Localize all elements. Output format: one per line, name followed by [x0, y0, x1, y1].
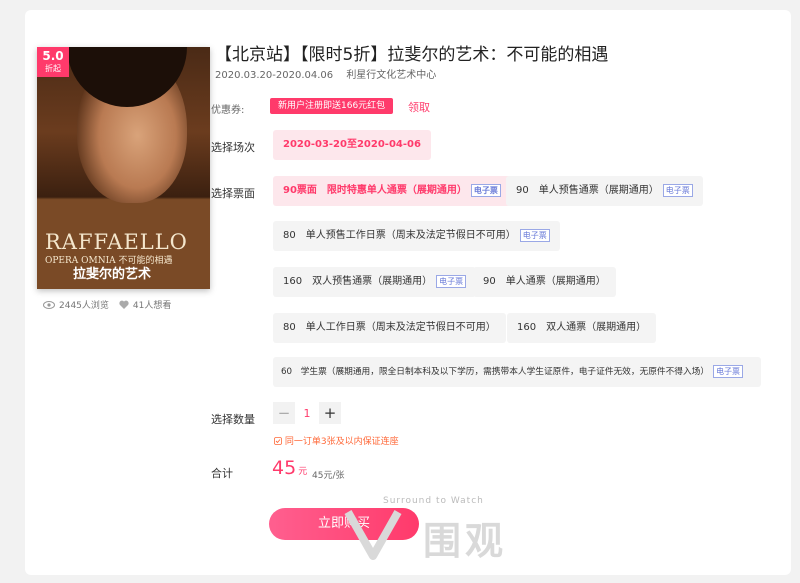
eye-icon: [43, 300, 55, 309]
ticket-option[interactable]: 160 双人通票（展期通用）: [507, 313, 657, 343]
decrease-button[interactable]: −: [273, 402, 295, 424]
watermark-logo-icon: [344, 510, 402, 560]
discount-badge: 5.0 折起: [37, 47, 69, 77]
ticket-option[interactable]: 160 双人预售通票（展期通用） 电子票: [273, 267, 477, 297]
event-dates: 2020.03.20-2020.04.06: [215, 70, 334, 81]
seat-guarantee-text: 同一订单3张及以内保证连座: [284, 437, 399, 447]
ticket-option-label: 80 单人工作日票（周末及法定节假日不可用）: [283, 322, 496, 333]
total-unit: 元: [298, 467, 308, 477]
e-ticket-badge: 电子票: [662, 183, 693, 197]
quantity-label: 选择数量: [211, 413, 255, 426]
unit-price: 45元/张: [312, 471, 345, 481]
session-label: 选择场次: [211, 141, 255, 154]
e-ticket-badge: 电子票: [470, 183, 501, 197]
increase-button[interactable]: +: [319, 402, 341, 424]
quantity-value[interactable]: 1: [295, 407, 319, 420]
event-title: 【北京站】【限时5折】拉斐尔的艺术：不可能的相遇: [215, 45, 609, 65]
poster-title-cn: 拉斐尔的艺术: [73, 267, 152, 282]
event-card: 5.0 折起 RAFFAELLO OPERA OMNIA 不可能的相遇 拉斐尔的…: [25, 10, 791, 575]
ticket-option-label: 60 学生票（展期通用，限全日制本科及以下学历，需携带本人学生证原件，电子证件无…: [281, 367, 710, 377]
total-amount: 45: [272, 457, 297, 479]
ticket-option-label: 90票面 限时特惠单人通票（展期通用）: [283, 185, 467, 196]
session-option[interactable]: 2020-03-20至2020-04-06: [273, 130, 431, 160]
coupon-label: 优惠券:: [211, 105, 245, 116]
ticket-option[interactable]: 80 单人预售工作日票（周末及法定节假日不可用） 电子票: [273, 221, 560, 251]
poster-title-en: RAFFAELLO: [45, 230, 188, 254]
e-ticket-badge: 电子票: [519, 228, 550, 242]
ticket-option-label: 80 单人预售工作日票（周末及法定节假日不可用）: [283, 230, 516, 241]
total-label: 合计: [211, 467, 233, 480]
discount-score: 5.0: [42, 49, 64, 63]
ticket-option[interactable]: 90 单人通票（展期通用）: [473, 267, 616, 297]
seat-guarantee-note: 同一订单3张及以内保证连座: [274, 434, 399, 447]
claim-coupon-link[interactable]: 领取: [408, 99, 430, 115]
ticket-label: 选择票面: [211, 187, 255, 200]
poster-stats: 2445人浏览 41人想看: [43, 298, 171, 311]
ticket-option[interactable]: 90 单人预售通票（展期通用） 电子票: [506, 176, 703, 206]
e-ticket-badge: 电子票: [713, 365, 744, 378]
heart-icon[interactable]: [119, 300, 129, 309]
event-venue[interactable]: 利星行文化艺术中心: [346, 70, 436, 81]
ticket-option-label: 90 单人预售通票（展期通用）: [516, 185, 659, 196]
quantity-stepper: − 1 +: [273, 402, 341, 424]
event-subline: 2020.03.20-2020.04.06 利星行文化艺术中心: [215, 66, 436, 81]
ticket-option-label: 160 双人预售通票（展期通用）: [283, 276, 433, 287]
ticket-option-label: 160 双人通票（展期通用）: [517, 322, 647, 333]
e-ticket-badge: 电子票: [436, 274, 467, 288]
discount-unit: 折起: [45, 64, 61, 73]
coupon-tag: 新用户注册即送166元红包: [270, 98, 394, 114]
ticket-option[interactable]: 80 单人工作日票（周末及法定节假日不可用）: [273, 313, 506, 343]
ticket-option[interactable]: 60 学生票（展期通用，限全日制本科及以下学历，需携带本人学生证原件，电子证件无…: [273, 357, 761, 387]
check-icon: [274, 437, 282, 445]
views-count: 2445人浏览: [59, 301, 109, 311]
total-price: 45 元: [272, 457, 307, 479]
ticket-option-label: 90 单人通票（展期通用）: [483, 276, 606, 287]
watermark-brand: 围观: [423, 519, 508, 563]
event-poster[interactable]: 5.0 折起 RAFFAELLO OPERA OMNIA 不可能的相遇 拉斐尔的…: [37, 47, 210, 289]
wants-count[interactable]: 41人想看: [133, 298, 171, 311]
ticket-option[interactable]: 90票面 限时特惠单人通票（展期通用） 电子票: [273, 176, 511, 206]
